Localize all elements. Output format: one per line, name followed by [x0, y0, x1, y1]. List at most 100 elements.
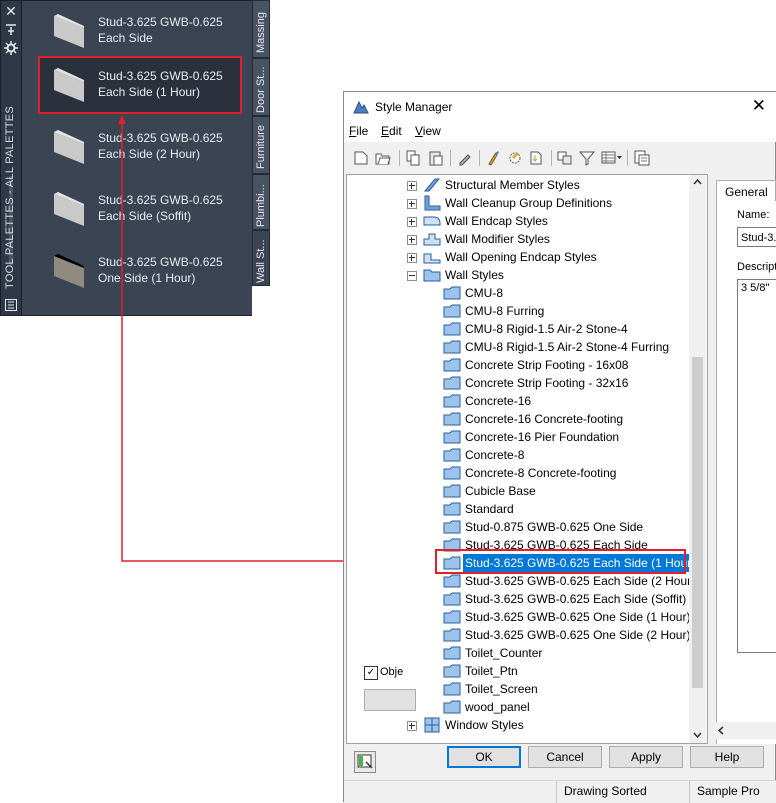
- edit-style-icon[interactable]: [457, 150, 473, 166]
- wall-style-icon: [443, 394, 461, 408]
- tree-item-label: CMU-8: [465, 286, 503, 300]
- tool-name-line1: Stud-3.625 GWB-0.625: [98, 15, 223, 29]
- copy-icon[interactable]: [405, 150, 421, 166]
- filter-icon[interactable]: [579, 150, 595, 166]
- scrollbar-thumb[interactable]: [692, 357, 703, 688]
- apply-button[interactable]: Apply: [609, 746, 683, 768]
- palette-tool-item[interactable]: Stud-3.625 GWB-0.625 Each Side (Soffit): [22, 182, 244, 236]
- tree-item-style[interactable]: Toilet_Ptn: [443, 662, 520, 680]
- wall-style-icon: [443, 412, 461, 426]
- tree-item-style[interactable]: Toilet_Screen: [443, 680, 540, 698]
- wall-style-icon: [443, 322, 461, 336]
- tree-item-style[interactable]: Toilet_Counter: [443, 644, 544, 662]
- paste-icon[interactable]: [428, 150, 444, 166]
- tree-item-style[interactable]: Concrete Strip Footing - 16x08: [443, 356, 630, 374]
- palette-menu-icon[interactable]: [4, 299, 18, 313]
- pin-icon[interactable]: [4, 23, 18, 37]
- inline-edit-icon[interactable]: [634, 150, 650, 166]
- tree-item-style[interactable]: Concrete-8 Concrete-footing: [443, 464, 618, 482]
- tab-label: Plumbi...: [255, 184, 267, 227]
- cancel-button[interactable]: Cancel: [528, 746, 602, 768]
- menu-edit[interactable]: Edit: [381, 124, 402, 138]
- expand-icon[interactable]: [407, 253, 417, 263]
- tree-item-category[interactable]: Structural Member Styles: [407, 176, 582, 194]
- close-icon[interactable]: ✕: [752, 96, 766, 116]
- expand-icon[interactable]: [407, 235, 417, 245]
- tree-item-style[interactable]: Standard: [443, 500, 516, 518]
- expand-icon[interactable]: [407, 181, 417, 191]
- palette-tool-item[interactable]: Stud-3.625 GWB-0.625 One Side (1 Hour): [22, 244, 244, 298]
- expand-icon[interactable]: [407, 217, 417, 227]
- sidebar-toggle-icon[interactable]: [354, 751, 376, 773]
- tab-wall-styles[interactable]: Wall St...: [252, 230, 270, 286]
- tree-item-label: Stud-3.625 GWB-0.625 Each Side (Soffit): [465, 592, 687, 606]
- tree-item-style[interactable]: CMU-8 Rigid-1.5 Air-2 Stone-4 Furring: [443, 338, 671, 356]
- panel-button[interactable]: [364, 689, 416, 711]
- tree-item-category[interactable]: Window Styles: [407, 716, 526, 734]
- style-tree[interactable]: Structural Member Styles Wall Cleanup Gr…: [346, 174, 708, 744]
- palette-tool-item[interactable]: Stud-3.625 GWB-0.625 Each Side (2 Hour): [22, 120, 244, 174]
- tree-item-style[interactable]: wood_panel: [443, 698, 532, 716]
- collapse-icon[interactable]: [407, 271, 417, 281]
- tab-massing[interactable]: Massing: [252, 0, 270, 58]
- tree-item-style[interactable]: Stud-3.625 GWB-0.625 Each Side (Soffit): [443, 590, 688, 608]
- panel-horizontal-scrollbar[interactable]: [713, 722, 776, 739]
- menu-view[interactable]: View: [415, 124, 441, 138]
- tree-item-style[interactable]: Cubicle Base: [443, 482, 538, 500]
- new-drawing-icon[interactable]: [353, 150, 369, 166]
- help-button[interactable]: Help: [690, 746, 764, 768]
- close-icon[interactable]: ✕: [4, 4, 18, 18]
- properties-icon[interactable]: [4, 41, 18, 55]
- expand-icon[interactable]: [407, 721, 417, 731]
- tree-item-style[interactable]: Concrete-16 Pier Foundation: [443, 428, 621, 446]
- wall-style-icon: [443, 502, 461, 516]
- callout-highlight-tree: [435, 549, 686, 574]
- toggle-view-icon[interactable]: [557, 150, 573, 166]
- description-field[interactable]: 3 5/8": [737, 279, 776, 653]
- tree-item-style[interactable]: Concrete-16: [443, 392, 533, 410]
- open-drawing-icon[interactable]: [375, 150, 391, 166]
- tool-palette: ✕ TOOL PALETTES - ALL PALETTES Stud-3.62…: [0, 0, 270, 316]
- tree-item-label: Wall Endcap Styles: [445, 214, 548, 228]
- window-styles-icon: [424, 717, 440, 733]
- tool-name-line1: Stud-3.625 GWB-0.625: [98, 255, 223, 269]
- tree-item-style[interactable]: Stud-3.625 GWB-0.625 One Side (2 Hour): [443, 626, 692, 644]
- tree-item-style[interactable]: Stud-3.625 GWB-0.625 One Side (1 Hour): [443, 608, 692, 626]
- new-style-icon[interactable]: [507, 150, 523, 166]
- tree-item-style[interactable]: Stud-0.875 GWB-0.625 One Side: [443, 518, 645, 536]
- expand-icon[interactable]: [407, 199, 417, 209]
- tree-item-style[interactable]: Concrete-16 Concrete-footing: [443, 410, 625, 428]
- tree-item-category[interactable]: Wall Endcap Styles: [407, 212, 550, 230]
- ok-button[interactable]: OK: [447, 746, 521, 768]
- checkbox-icon[interactable]: ✓: [364, 666, 378, 680]
- tree-item-style[interactable]: Stud-3.625 GWB-0.625 Each Side (2 Hour): [443, 572, 697, 590]
- scroll-left-icon[interactable]: [718, 726, 724, 735]
- tree-item-wall-styles[interactable]: Wall Styles: [407, 266, 506, 284]
- tab-plumbing[interactable]: Plumbi...: [252, 174, 270, 230]
- tree-item-style[interactable]: Concrete-8: [443, 446, 526, 464]
- scroll-down-icon[interactable]: [693, 732, 702, 738]
- tree-item-style[interactable]: CMU-8 Rigid-1.5 Air-2 Stone-4: [443, 320, 630, 338]
- scroll-up-icon[interactable]: [693, 179, 702, 185]
- tab-door-styles[interactable]: Door St...: [252, 58, 270, 116]
- tree-item-style[interactable]: Concrete Strip Footing - 32x16: [443, 374, 630, 392]
- tree-item-category[interactable]: Wall Modifier Styles: [407, 230, 552, 248]
- tree-item-category[interactable]: Wall Opening Endcap Styles: [407, 248, 599, 266]
- tree-item-style[interactable]: CMU-8 Furring: [443, 302, 546, 320]
- set-from-icon[interactable]: [528, 150, 544, 166]
- tree-item-category[interactable]: Wall Cleanup Group Definitions: [407, 194, 614, 212]
- wall-tool-icon: [54, 130, 84, 164]
- tree-item-label: Toilet_Screen: [465, 682, 538, 696]
- palette-tool-item[interactable]: Stud-3.625 GWB-0.625 Each Side: [22, 4, 244, 58]
- menu-file[interactable]: File: [349, 124, 368, 138]
- view-options-icon[interactable]: [601, 150, 623, 166]
- name-field[interactable]: Stud-3.: [737, 227, 776, 247]
- tree-item-label: Cubicle Base: [465, 484, 536, 498]
- tab-furniture[interactable]: Furniture: [252, 116, 270, 174]
- tab-general[interactable]: General: [716, 180, 776, 202]
- purge-icon[interactable]: [486, 150, 502, 166]
- tree-item-label: Toilet_Counter: [465, 646, 543, 660]
- checkbox-label: Obje: [380, 666, 404, 678]
- tree-item-style[interactable]: CMU-8: [443, 284, 505, 302]
- style-manager-window: Style Manager ✕ File Edit View Structura…: [343, 91, 776, 803]
